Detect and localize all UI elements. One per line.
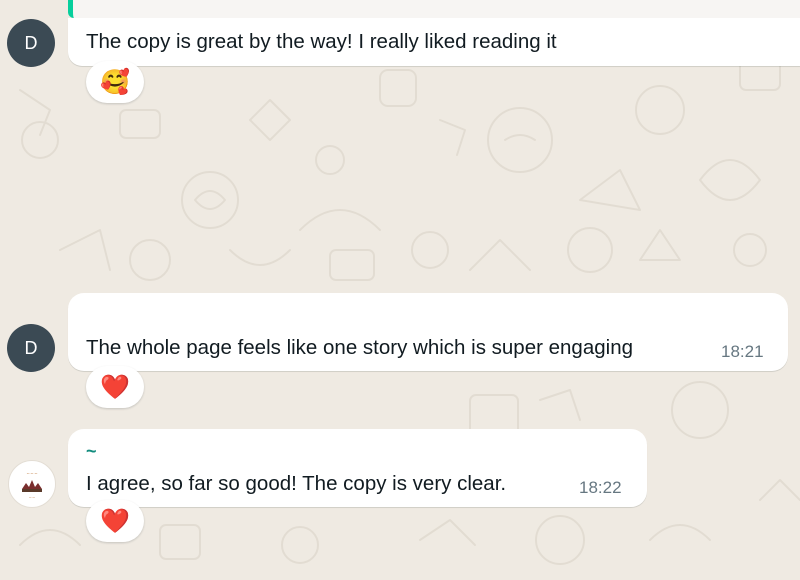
smiling-face-with-hearts-icon: 🥰 (100, 68, 130, 96)
message-timestamp: 18:22 (579, 478, 622, 497)
sender-avatar[interactable]: D (7, 324, 55, 372)
sender-name[interactable]: ~ (86, 441, 97, 462)
reaction-badge[interactable]: 🥰 (86, 61, 144, 103)
message-bubble[interactable]: The copy is great by the way! I really l… (68, 18, 800, 66)
message-timestamp: 18:21 (721, 342, 764, 361)
red-heart-icon: ❤️ (100, 373, 130, 401)
message-text: The whole page feels like one story whic… (86, 336, 633, 359)
red-heart-icon: ❤️ (100, 507, 130, 535)
reaction-badge[interactable]: ❤️ (86, 366, 144, 408)
avatar-initial: D (24, 338, 38, 358)
sender-avatar[interactable]: D (7, 19, 55, 67)
message-bubble[interactable]: ~ I agree, so far so good! The copy is v… (68, 429, 647, 507)
message-text: The copy is great by the way! I really l… (86, 30, 557, 53)
avatar-initial: D (24, 33, 38, 53)
message-bubble[interactable]: The whole page feels like one story whic… (68, 293, 788, 371)
svg-text:~ ~: ~ ~ (29, 495, 36, 500)
previous-message-quote[interactable] (68, 0, 800, 18)
message-text: I agree, so far so good! The copy is ver… (86, 472, 507, 495)
svg-text:~ ~ ~: ~ ~ ~ (27, 472, 38, 477)
reaction-badge[interactable]: ❤️ (86, 500, 144, 542)
logo-icon: ~ ~ ~ ~ ~ (22, 472, 42, 500)
brand-logo-avatar[interactable]: ~ ~ ~ ~ ~ (8, 460, 56, 508)
